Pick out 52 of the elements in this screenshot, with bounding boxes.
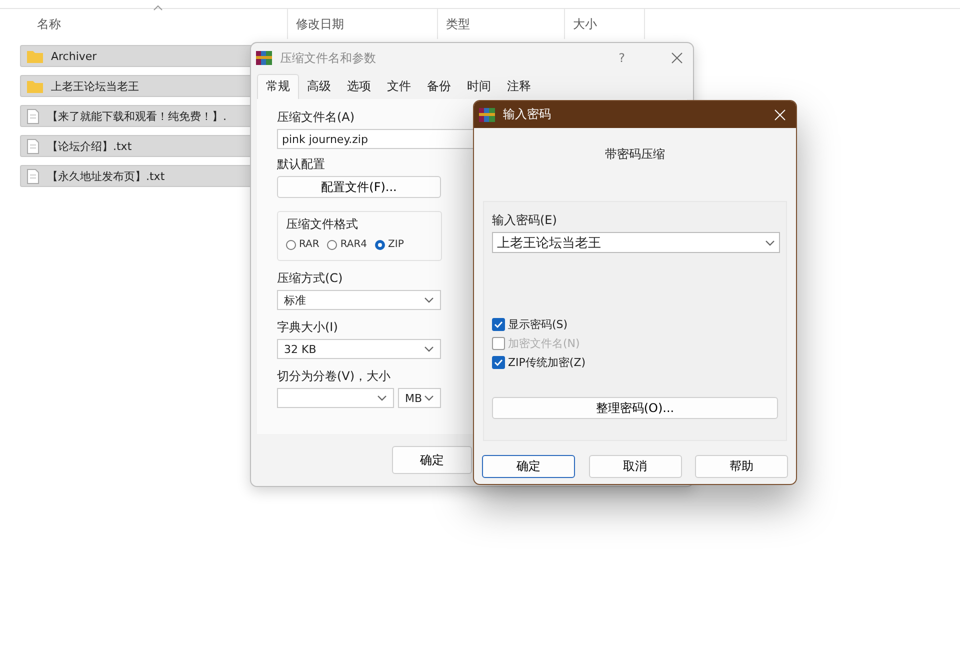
field-label: 压缩方式(C) bbox=[277, 270, 343, 287]
file-name: 【论坛介绍】.txt bbox=[47, 138, 132, 154]
format-radio[interactable]: RAR4 bbox=[327, 239, 368, 250]
column-header[interactable]: 名称 bbox=[0, 9, 288, 39]
dialog-button[interactable]: 取消 bbox=[588, 455, 682, 478]
option-checkbox[interactable]: ZIP传统加密(Z) bbox=[492, 355, 778, 370]
chevron-down-icon bbox=[424, 297, 434, 303]
folder-icon bbox=[27, 80, 43, 92]
tab[interactable]: 选项 bbox=[339, 75, 379, 99]
file-name: 【永久地址发布页】.txt bbox=[47, 168, 165, 184]
ok-button[interactable]: 确定 bbox=[392, 446, 472, 474]
chevron-down-icon bbox=[424, 346, 434, 352]
tab[interactable]: 时间 bbox=[459, 75, 499, 99]
chevron-down-icon bbox=[424, 395, 434, 401]
file-name: Archiver bbox=[51, 50, 97, 62]
column-header[interactable]: 大小 bbox=[565, 9, 645, 39]
group-label: 压缩文件格式 bbox=[286, 216, 358, 233]
sort-caret-icon bbox=[153, 5, 163, 11]
format-radio[interactable]: ZIP bbox=[375, 239, 404, 250]
dialog-button[interactable]: 确定 bbox=[482, 455, 575, 478]
tab[interactable]: 常规 bbox=[257, 74, 299, 99]
field-label: 输入密码(E) bbox=[492, 212, 557, 229]
document-icon bbox=[27, 108, 39, 124]
close-icon[interactable] bbox=[671, 52, 683, 64]
method-dropdown[interactable]: 标准 bbox=[277, 290, 441, 310]
field-label: 字典大小(I) bbox=[277, 319, 338, 336]
tab[interactable]: 注释 bbox=[499, 75, 539, 99]
document-icon bbox=[27, 168, 39, 184]
format-radio[interactable]: RAR bbox=[286, 239, 320, 250]
dialog-heading: 带密码压缩 bbox=[604, 146, 666, 163]
dialog-button[interactable]: 帮助 bbox=[695, 455, 788, 478]
chevron-down-icon bbox=[765, 240, 775, 246]
help-glyph[interactable]: ? bbox=[618, 51, 625, 65]
column-header[interactable]: 类型 bbox=[438, 9, 565, 39]
manage-passwords-button[interactable]: 整理密码(O)... bbox=[492, 397, 778, 419]
password-field[interactable]: 上老王论坛当老王 bbox=[492, 232, 780, 253]
dictionary-dropdown[interactable]: 32 KB bbox=[277, 339, 441, 359]
profile-button[interactable]: 配置文件(F)... bbox=[277, 176, 441, 198]
books-icon bbox=[256, 50, 272, 66]
window-title: 输入密码 bbox=[503, 106, 552, 123]
option-checkbox[interactable]: 显示密码(S) bbox=[492, 317, 778, 332]
chevron-down-icon bbox=[377, 395, 387, 401]
file-name: 【来了就能下载和观看！纯免费！】. bbox=[47, 108, 226, 124]
field-label: 切分为分卷(V)，大小 bbox=[277, 368, 391, 385]
books-icon bbox=[479, 106, 495, 122]
tab[interactable]: 文件 bbox=[379, 75, 419, 99]
column-header[interactable]: 修改日期 bbox=[288, 9, 438, 39]
tab[interactable]: 备份 bbox=[419, 75, 459, 99]
unit-dropdown[interactable]: MB bbox=[398, 388, 441, 408]
file-name: 上老王论坛当老王 bbox=[51, 78, 139, 94]
folder-icon bbox=[27, 50, 43, 62]
document-icon bbox=[27, 138, 39, 154]
